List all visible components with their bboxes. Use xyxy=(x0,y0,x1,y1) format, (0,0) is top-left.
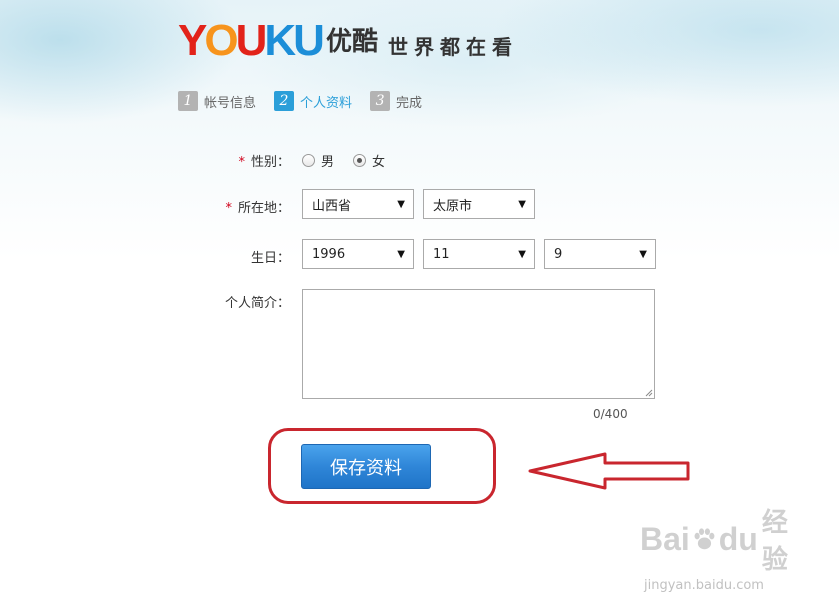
location-label-text: 所在地： xyxy=(237,201,290,216)
birth-month-select[interactable]: 11 ▼ xyxy=(423,239,535,269)
city-select[interactable]: 太原市 ▼ xyxy=(423,189,535,219)
step-label: 完成 xyxy=(396,95,423,111)
logo-chinese: 优酷 xyxy=(325,27,378,57)
logo-wordmark: YOUKU xyxy=(178,19,325,63)
required-mark: * xyxy=(238,155,245,170)
birth-day-value: 9 xyxy=(554,246,563,262)
birth-month-value: 11 xyxy=(433,246,450,262)
radio-button-selected[interactable] xyxy=(353,154,366,167)
paw-icon xyxy=(694,528,715,550)
baidu-jingyan-watermark: Bai du 经验 jingyan.baidu.com xyxy=(640,502,800,593)
birth-year-select[interactable]: 1996 ▼ xyxy=(302,239,414,269)
chevron-down-icon: ▼ xyxy=(397,249,405,260)
gender-label-text: 性别： xyxy=(250,155,290,170)
step-personal-info: 2 个人资料 xyxy=(274,91,352,111)
chevron-down-icon: ▼ xyxy=(397,199,405,210)
birthday-label: 生日： xyxy=(170,247,290,266)
logo-letter: Y xyxy=(178,16,207,65)
youku-logo[interactable]: YOUKU 优酷 xyxy=(178,19,378,63)
step-number: 3 xyxy=(370,91,391,111)
step-number: 2 xyxy=(274,91,295,111)
slogan: 世界都在看 xyxy=(388,35,518,59)
resize-grip-icon[interactable] xyxy=(644,388,653,397)
location-label: * 所在地： xyxy=(170,197,290,216)
bio-label-text: 个人简介： xyxy=(224,296,290,311)
birthday-label-text: 生日： xyxy=(250,251,290,266)
birth-day-select[interactable]: 9 ▼ xyxy=(544,239,656,269)
chevron-down-icon: ▼ xyxy=(639,249,647,260)
bio-label: 个人简介： xyxy=(170,292,290,311)
radio-label: 女 xyxy=(372,155,386,170)
logo-letter: U xyxy=(235,16,268,65)
registration-steps: 1 帐号信息 2 个人资料 3 完成 xyxy=(178,91,440,111)
province-select[interactable]: 山西省 ▼ xyxy=(302,189,414,219)
required-mark: * xyxy=(225,201,232,216)
save-profile-button[interactable]: 保存资料 xyxy=(301,444,431,489)
radio-label: 男 xyxy=(321,155,335,170)
watermark-text-cn: 经验 xyxy=(761,507,788,574)
gender-option-male[interactable]: 男 xyxy=(302,151,334,170)
watermark-logo: Bai du 经验 xyxy=(640,502,800,576)
step-account-info: 1 帐号信息 xyxy=(178,91,256,111)
birth-year-value: 1996 xyxy=(312,246,346,262)
annotation-arrow-icon xyxy=(528,452,690,490)
watermark-url: jingyan.baidu.com xyxy=(644,578,764,593)
chevron-down-icon: ▼ xyxy=(518,199,526,210)
step-complete: 3 完成 xyxy=(370,91,422,111)
gender-option-female[interactable]: 女 xyxy=(353,151,385,170)
watermark-text-right: du xyxy=(718,520,758,557)
step-number: 1 xyxy=(178,91,198,111)
logo-letter: O xyxy=(204,16,238,65)
logo-letter: U xyxy=(293,16,325,65)
step-label: 个人资料 xyxy=(300,95,353,111)
radio-button[interactable] xyxy=(302,154,315,167)
watermark-text-left: Bai xyxy=(640,520,690,557)
city-value: 太原市 xyxy=(433,198,473,214)
province-value: 山西省 xyxy=(312,198,352,214)
logo-letter: K xyxy=(264,16,296,65)
step-label: 帐号信息 xyxy=(204,95,257,111)
bio-textarea[interactable] xyxy=(302,289,655,399)
bio-char-counter: 0/400 xyxy=(593,407,628,421)
chevron-down-icon: ▼ xyxy=(518,249,526,260)
gender-label: * 性别： xyxy=(170,151,290,170)
